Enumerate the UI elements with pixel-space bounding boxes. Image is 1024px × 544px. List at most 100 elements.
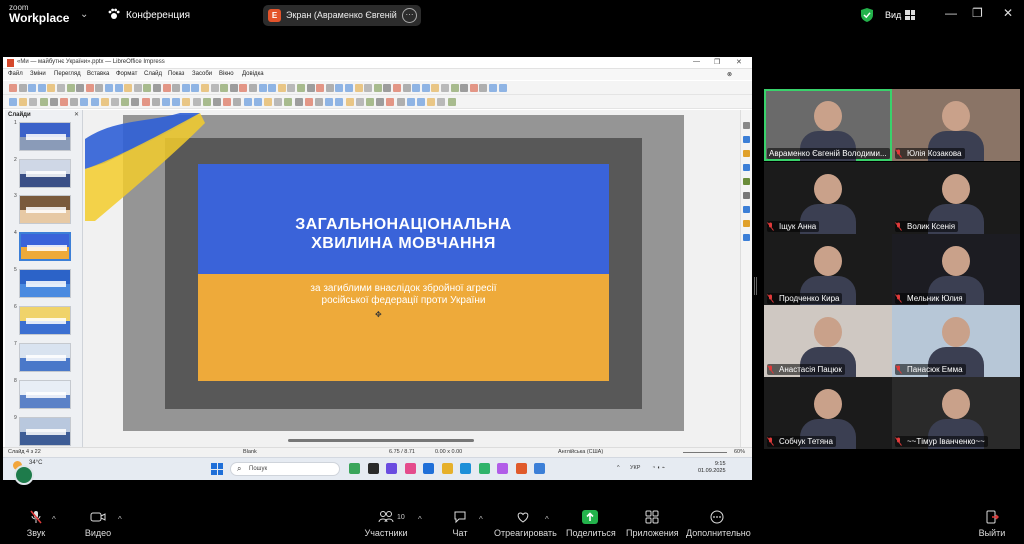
taskbar-app-icon[interactable] <box>515 463 527 474</box>
toolbar-button-icon[interactable] <box>151 98 160 106</box>
slide-thumbnail[interactable] <box>19 159 71 188</box>
participant-tile[interactable]: Волик Ксенія <box>892 162 1020 234</box>
toolbar-button-icon[interactable] <box>325 98 334 106</box>
toolbar-button-icon[interactable] <box>220 84 229 92</box>
sidebar-deck-icon[interactable] <box>743 122 750 129</box>
chevron-down-icon[interactable]: ⌄ <box>80 9 88 20</box>
toolbar-button-icon[interactable] <box>49 98 58 106</box>
toolbar-button-icon[interactable] <box>60 98 68 106</box>
toolbar-button-icon[interactable] <box>229 84 238 92</box>
toolbar-button-icon[interactable] <box>162 84 171 92</box>
toolbar-button-icon[interactable] <box>85 84 94 92</box>
toolbar-button-icon[interactable] <box>124 84 133 92</box>
chat-button[interactable]: Чат <box>445 510 475 538</box>
slide-subtitle[interactable]: за загиблими внаслідок збройної агресії … <box>198 283 609 307</box>
taskbar-search[interactable]: ⌕ Пошук <box>230 462 340 476</box>
toolbar-button-icon[interactable] <box>264 98 272 106</box>
slide-thumbnail[interactable] <box>19 343 71 372</box>
toolbar-button-icon[interactable] <box>121 98 130 106</box>
taskbar-app-icon[interactable] <box>534 463 545 474</box>
zoom-slider[interactable] <box>683 452 727 453</box>
menu-format[interactable]: Формат <box>116 71 137 77</box>
taskbar-app-icon[interactable] <box>404 463 416 474</box>
toolbar-button-icon[interactable] <box>100 98 109 106</box>
taskbar-app-icon[interactable] <box>349 463 360 474</box>
menu-file[interactable]: Файл <box>8 71 23 77</box>
menu-edit[interactable]: Зміни <box>30 71 46 77</box>
toolbar-button-icon[interactable] <box>268 84 277 92</box>
more-button[interactable]: Дополнительно <box>686 510 751 538</box>
toolbar-button-icon[interactable] <box>18 84 27 92</box>
toolbar-button-icon[interactable] <box>325 84 334 92</box>
participant-tile[interactable]: Юлія Козакова <box>892 89 1020 161</box>
toolbar-button-icon[interactable] <box>406 98 415 106</box>
toolbar-button-icon[interactable] <box>469 84 478 92</box>
gallery-resize-handle[interactable] <box>754 277 757 295</box>
apps-button[interactable]: Приложения <box>626 510 679 538</box>
participants-options-caret-icon[interactable]: ^ <box>418 515 422 524</box>
slide-thumbnail[interactable] <box>19 195 71 224</box>
taskbar-clock[interactable]: 9:15 01.09.2025 <box>698 461 726 475</box>
slide-title[interactable]: ЗАГАЛЬНОНАЦІОНАЛЬНА ХВИЛИНА МОВЧАННЯ <box>198 215 609 253</box>
menu-insert[interactable]: Вставка <box>87 71 109 77</box>
lo-minimize-icon[interactable]: — <box>693 58 700 65</box>
menu-window[interactable]: Вікно <box>219 71 234 77</box>
toolbar-button-icon[interactable] <box>201 84 209 92</box>
slides-pane-close-icon[interactable]: ✕ <box>74 111 79 118</box>
audio-button[interactable]: Звук <box>18 510 54 538</box>
toolbar-button-icon[interactable] <box>111 98 119 106</box>
menu-help[interactable]: Довідка <box>242 71 264 77</box>
lo-close-icon[interactable]: ✕ <box>736 58 742 66</box>
tray-sound-icon[interactable]: ◔ ◖ ⌁ <box>652 465 665 471</box>
slide-thumbnail[interactable] <box>19 380 71 409</box>
toolbar-button-icon[interactable] <box>76 84 85 92</box>
more-icon[interactable]: ··· <box>402 8 417 23</box>
toolbar-button-icon[interactable] <box>80 98 89 106</box>
toolbar-button-icon[interactable] <box>441 84 449 92</box>
audio-options-caret-icon[interactable]: ^ <box>52 515 56 524</box>
toolbar-button-icon[interactable] <box>29 98 38 106</box>
status-zoom[interactable]: 60% <box>734 449 745 455</box>
toolbar-button-icon[interactable] <box>131 98 140 106</box>
toolbar-button-icon[interactable] <box>70 98 79 106</box>
toolbar-button-icon[interactable] <box>421 84 430 92</box>
taskbar-app-icon[interactable] <box>460 463 471 474</box>
taskbar-app-icon[interactable] <box>478 463 490 474</box>
taskbar-app-icon[interactable] <box>497 463 508 474</box>
sidebar-deck-icon[interactable] <box>743 178 750 185</box>
menu-slide[interactable]: Слайд <box>144 71 162 77</box>
taskbar-app-icon[interactable] <box>367 463 379 474</box>
lo-menu-close-icon[interactable]: ⊗ <box>727 71 732 78</box>
slide-thumbnail[interactable] <box>19 122 71 151</box>
video-options-caret-icon[interactable]: ^ <box>118 515 122 524</box>
toolbar-button-icon[interactable] <box>277 84 286 92</box>
sidebar-deck-icon[interactable] <box>743 192 750 199</box>
toolbar-button-icon[interactable] <box>284 98 293 106</box>
participant-tile[interactable]: Мельник Юлия <box>892 234 1020 306</box>
view-button[interactable]: Вид <box>885 10 901 20</box>
participant-tile[interactable]: Авраменко Євгеній Володими... <box>764 89 892 161</box>
toolbar-button-icon[interactable] <box>223 98 232 106</box>
toolbar-button-icon[interactable] <box>47 84 56 92</box>
toolbar-button-icon[interactable] <box>316 84 325 92</box>
toolbar-button-icon[interactable] <box>393 84 401 92</box>
toolbar-button-icon[interactable] <box>364 84 373 92</box>
toolbar-button-icon[interactable] <box>239 84 248 92</box>
meeting-label[interactable]: Конференция <box>126 10 190 21</box>
toolbar-button-icon[interactable] <box>133 84 142 92</box>
toolbar-button-icon[interactable] <box>354 84 363 92</box>
leave-button[interactable]: Выйти <box>976 510 1008 538</box>
participant-tile[interactable]: Панасюк Емма <box>892 305 1020 377</box>
menu-view[interactable]: Перегляд <box>54 71 81 77</box>
toolbar-button-icon[interactable] <box>19 98 28 106</box>
tray-language[interactable]: УКР <box>630 465 640 471</box>
menu-show[interactable]: Показ <box>168 71 184 77</box>
toolbar-button-icon[interactable] <box>383 84 392 92</box>
toolbar-button-icon[interactable] <box>143 84 152 92</box>
participant-tile[interactable]: Собчук Тетяна <box>764 377 892 449</box>
share-screen-button[interactable]: Поделиться <box>566 510 616 538</box>
toolbar-button-icon[interactable] <box>287 84 296 92</box>
toolbar-button-icon[interactable] <box>37 84 46 92</box>
toolbar-button-icon[interactable] <box>57 84 65 92</box>
close-icon[interactable]: ✕ <box>1003 7 1013 19</box>
